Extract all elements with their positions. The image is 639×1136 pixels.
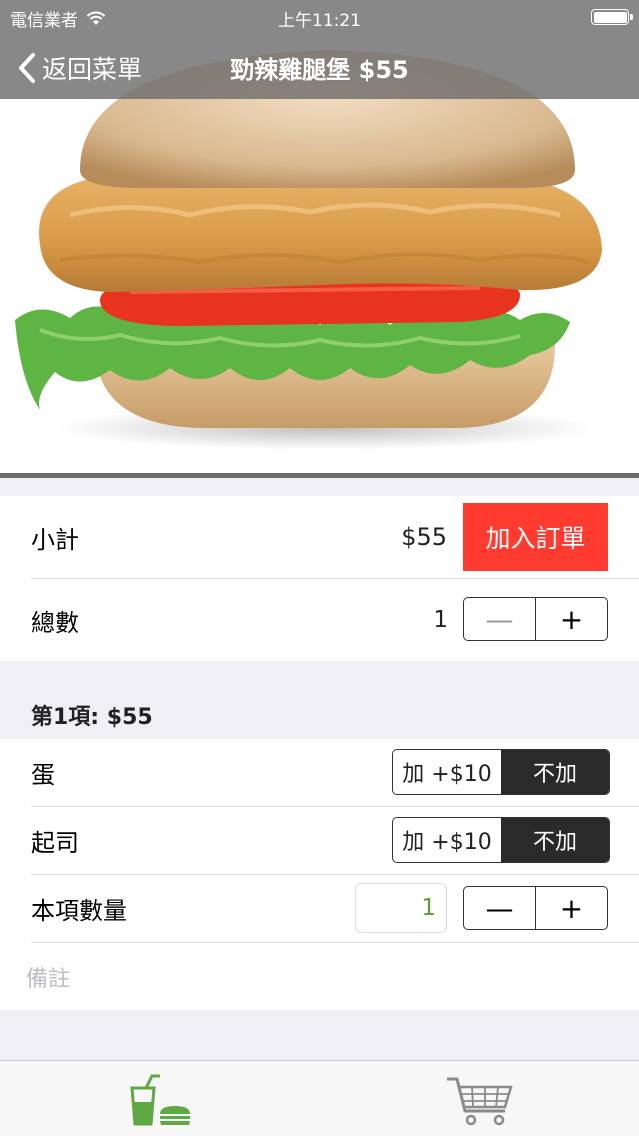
item-quantity-input[interactable]: 1 — [355, 883, 447, 933]
cheese-segmented-control: 加 +$10 不加 — [392, 817, 610, 863]
item-quantity-label: 本項數量 — [31, 897, 127, 925]
cart-icon — [447, 1077, 513, 1126]
top-bar: 電信業者 上午11:21 返回菜單 勁辣雞腿堡 $55 — [0, 0, 639, 99]
item-quantity-stepper: — + — [463, 886, 608, 930]
item-header: 第1項: $55 — [31, 705, 153, 730]
status-bar: 電信業者 上午11:21 — [0, 0, 639, 32]
subtotal-value: $55 — [401, 523, 447, 551]
status-time: 上午11:21 — [278, 11, 361, 31]
navigation-bar: 返回菜單 勁辣雞腿堡 $55 — [0, 32, 639, 99]
option-label-cheese: 起司 — [31, 829, 79, 857]
total-row: 總數 1 — + — [0, 579, 639, 661]
tab-cart[interactable] — [445, 1071, 515, 1131]
egg-none-option[interactable]: 不加 — [501, 750, 609, 794]
item-section-header: 第1項: $55 — [0, 662, 639, 739]
subtotal-label: 小計 — [31, 525, 79, 554]
tab-menu[interactable] — [124, 1071, 194, 1131]
total-increment-button[interactable]: + — [535, 598, 607, 640]
item-increment-button[interactable]: + — [535, 887, 607, 929]
order-summary: 小計 $55 加入訂單 總數 1 — + — [0, 496, 639, 661]
total-count: 1 — [433, 607, 448, 633]
image-divider — [0, 473, 639, 478]
menu-icon — [130, 1074, 190, 1126]
cheese-none-option[interactable]: 不加 — [501, 818, 609, 862]
total-decrement-button[interactable]: — — [464, 598, 535, 640]
battery-icon — [591, 9, 633, 25]
notes-row[interactable]: 備註 — [0, 943, 639, 1010]
item-decrement-button[interactable]: — — [464, 887, 535, 929]
option-row-cheese: 起司 加 +$10 不加 — [0, 807, 639, 874]
item-options: 蛋 加 +$10 不加 起司 加 +$10 不加 本項數量 1 — + 備註 — [0, 739, 639, 1010]
egg-add-option[interactable]: 加 +$10 — [393, 750, 501, 794]
cheese-add-option[interactable]: 加 +$10 — [393, 818, 501, 862]
option-row-egg: 蛋 加 +$10 不加 — [0, 739, 639, 806]
option-label-egg: 蛋 — [31, 761, 55, 789]
notes-field[interactable]: 備註 — [26, 961, 70, 993]
egg-segmented-control: 加 +$10 不加 — [392, 749, 610, 795]
page-title: 勁辣雞腿堡 $55 — [230, 56, 409, 84]
total-stepper: — + — [463, 597, 608, 641]
subtotal-row: 小計 $55 加入訂單 — [0, 496, 639, 578]
add-to-order-button[interactable]: 加入訂單 — [463, 503, 608, 571]
tab-bar — [0, 1060, 639, 1136]
total-label: 總數 — [31, 608, 79, 637]
item-quantity-row: 本項數量 1 — + — [0, 875, 639, 942]
